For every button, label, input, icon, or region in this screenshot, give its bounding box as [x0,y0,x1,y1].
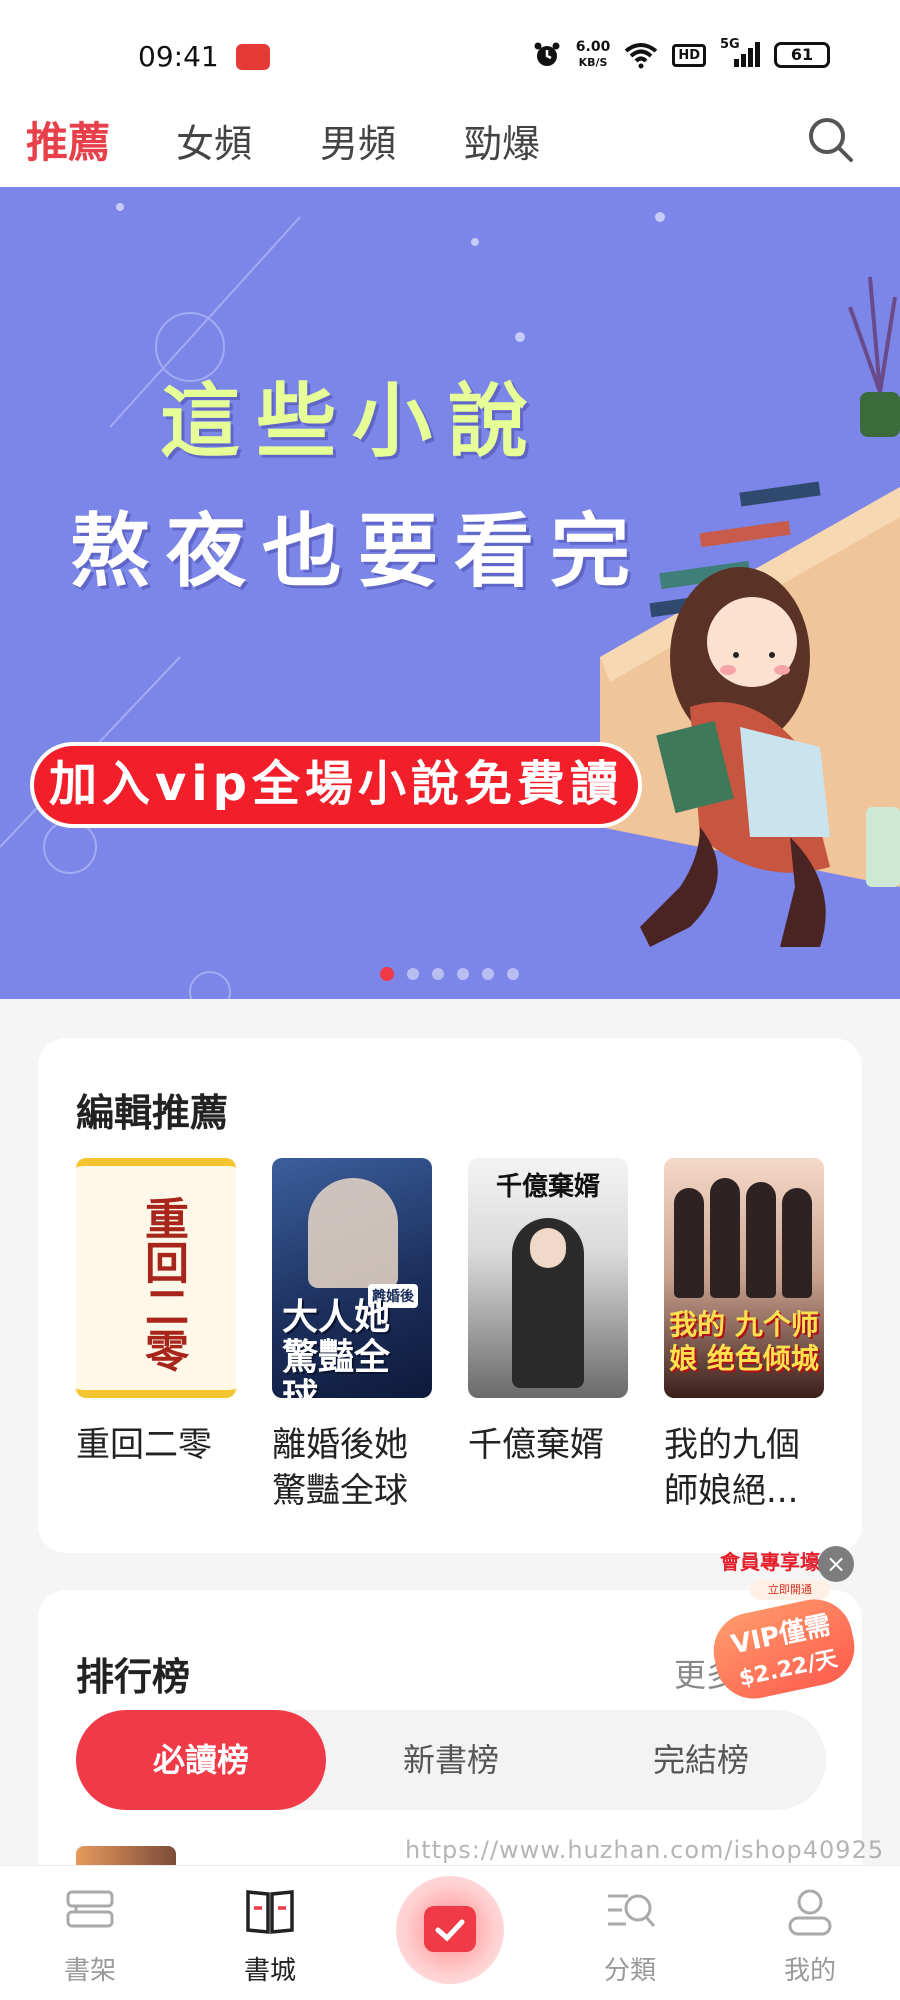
status-time: 09:41 [138,40,219,73]
book-cover[interactable]: 我的 九个师娘 绝色倾城 [664,1158,824,1398]
book-item[interactable]: 離婚後 大人她 驚豔全球 離婚後她驚豔全球 [272,1158,432,1514]
nav-bookshelf[interactable]: 書架 [30,1884,150,1987]
book-title[interactable]: 我的九個師娘絕... [664,1422,814,1514]
checkin-button[interactable] [396,1876,504,1984]
carousel-dot[interactable] [507,968,519,980]
nav-label: 我的 [783,1956,836,1986]
carousel-dot[interactable] [432,968,444,980]
checkin-icon [424,1906,476,1952]
editor-picks-section: 編輯推薦 重回二零 重回二零 離婚後 大人她 驚豔全球 離婚後她驚豔全球 千億棄… [38,1038,862,1553]
wifi-icon [625,43,658,69]
book-cover[interactable]: 重回二零 [76,1158,236,1398]
tab-female[interactable]: 女頻 [176,113,252,168]
tab-completed[interactable]: 完結榜 [576,1710,826,1810]
nav-label: 書架 [63,1956,116,1986]
tab-must-read[interactable]: 必讀榜 [76,1710,326,1810]
tab-new-books[interactable]: 新書榜 [326,1710,576,1810]
tab-male[interactable]: 男頻 [320,113,396,168]
banner-subheadline: 熬夜也要看完 [70,505,646,598]
book-title[interactable]: 千億棄婿 [468,1422,628,1468]
profile-icon [788,1889,832,1936]
tab-recommend[interactable]: 推薦 [26,109,110,170]
editor-picks-title: 編輯推薦 [76,1091,229,1135]
battery-icon: 61 [774,42,830,68]
cover-title: 千億棄婿 [495,1172,600,1202]
nav-bookstore[interactable]: 書城 [210,1884,330,1987]
bookshelf-icon [66,1890,114,1928]
carousel-dot[interactable] [482,968,494,980]
app-notification-icon [236,44,270,70]
nav-profile[interactable]: 我的 [750,1884,870,1987]
book-item[interactable]: 我的 九个师娘 绝色倾城 我的九個師娘絕... [664,1158,824,1514]
banner-vip-button[interactable]: 加入vip全場小說免費讀 [30,742,642,828]
signal-icon: 5G [720,37,760,69]
promo-badge[interactable]: VIP僅需 $2.22/天 [706,1592,862,1706]
banner-headline: 這些小說 [160,375,544,468]
bottom-nav: 書架 書城 分類 我的 [0,1865,900,2000]
nav-category[interactable]: 分類 [570,1884,690,1987]
book-cover[interactable]: 千億棄婿 [468,1158,628,1398]
top-tabs: 推薦 女頻 男頻 勁爆 [0,95,900,187]
carousel-dots [380,967,519,981]
net-speed-value: 6.00 [575,39,611,55]
book-title[interactable]: 重回二零 [76,1422,236,1468]
carousel-dot[interactable] [457,968,469,980]
open-book-icon [246,1890,294,1934]
book-item[interactable]: 重回二零 重回二零 [76,1158,236,1468]
cover-title: 大人她 驚豔全球 [282,1297,391,1399]
tab-hot[interactable]: 勁爆 [464,113,540,168]
nav-label: 分類 [603,1956,656,1986]
status-icons: 6.00 KB/S HD 5G 61 [532,37,830,70]
ranking-tabs: 必讀榜 新書榜 完結榜 [76,1710,826,1810]
promo-banner[interactable]: 這些小說 熬夜也要看完 加入vip全場小說免費讀 [0,187,900,999]
category-icon [608,1894,656,1927]
alarm-icon [534,42,560,66]
ranking-title: 排行榜 [76,1655,191,1699]
hd-icon: HD [672,43,706,67]
net-speed-unit: KB/S [578,56,608,69]
watermark: https://www.huzhan.com/ishop40925 [405,1836,885,1864]
book-title[interactable]: 離婚後她驚豔全球 [272,1422,432,1514]
nav-label: 書城 [243,1956,296,1986]
cover-title: 重回二零 [137,1196,188,1372]
carousel-dot[interactable] [407,968,419,980]
search-icon[interactable] [806,115,856,165]
book-item[interactable]: 千億棄婿 千億棄婿 [468,1158,628,1468]
close-icon[interactable]: × [818,1546,854,1582]
book-cover[interactable]: 離婚後 大人她 驚豔全球 [272,1158,432,1398]
status-bar: 09:41 6.00 KB/S HD 5G 61 [0,0,900,95]
cover-title: 我的 九个师娘 绝色倾城 [669,1308,819,1375]
net-speed: 6.00 KB/S [576,40,611,70]
carousel-dot[interactable] [380,967,394,981]
